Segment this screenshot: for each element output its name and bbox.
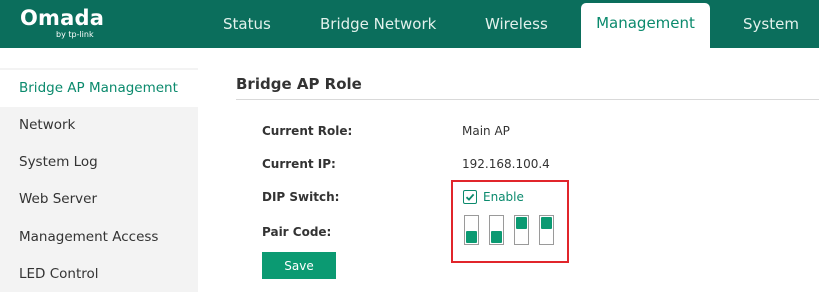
save-button[interactable]: Save bbox=[262, 252, 336, 279]
tab-management[interactable]: Management bbox=[581, 3, 710, 48]
title-divider bbox=[236, 99, 819, 100]
sidebar-item-led-control[interactable]: LED Control bbox=[0, 256, 198, 292]
checkbox-checked-icon[interactable] bbox=[463, 190, 477, 204]
switch-knob bbox=[516, 217, 527, 229]
current-ip-value: 192.168.100.4 bbox=[462, 157, 550, 171]
top-header: Omada by tp-link Status Bridge Network W… bbox=[0, 0, 819, 48]
tab-bridge-network[interactable]: Bridge Network bbox=[320, 0, 436, 48]
sidebar-item-network[interactable]: Network bbox=[0, 107, 198, 144]
pair-code-switch-1[interactable] bbox=[464, 215, 479, 245]
current-role-label: Current Role: bbox=[262, 124, 353, 138]
dip-switch-label: DIP Switch: bbox=[262, 190, 340, 204]
enable-label: Enable bbox=[483, 190, 524, 204]
tab-wireless[interactable]: Wireless bbox=[485, 0, 548, 48]
tab-status[interactable]: Status bbox=[223, 0, 271, 48]
switch-knob bbox=[491, 231, 502, 243]
current-ip-label: Current IP: bbox=[262, 157, 336, 171]
pair-code-switch-4[interactable] bbox=[539, 215, 554, 245]
pair-code-switch-2[interactable] bbox=[489, 215, 504, 245]
switch-knob bbox=[541, 217, 552, 229]
section-title: Bridge AP Role bbox=[236, 75, 362, 93]
current-role-value: Main AP bbox=[462, 124, 510, 138]
sidebar: Bridge AP Management Network System Log … bbox=[0, 68, 198, 292]
omada-logo[interactable]: Omada by tp-link bbox=[20, 6, 120, 42]
sidebar-item-management-access[interactable]: Management Access bbox=[0, 219, 198, 256]
sidebar-item-bridge-ap-management[interactable]: Bridge AP Management bbox=[0, 70, 198, 107]
pair-code-switch-3[interactable] bbox=[514, 215, 529, 245]
sidebar-item-system-log[interactable]: System Log bbox=[0, 144, 198, 181]
pair-code-label: Pair Code: bbox=[262, 225, 332, 239]
tab-system[interactable]: System bbox=[743, 0, 799, 48]
logo-subtext: by tp-link bbox=[56, 30, 94, 39]
switch-knob bbox=[466, 231, 477, 243]
sidebar-item-web-server[interactable]: Web Server bbox=[0, 181, 198, 218]
logo-text: Omada bbox=[20, 6, 105, 30]
